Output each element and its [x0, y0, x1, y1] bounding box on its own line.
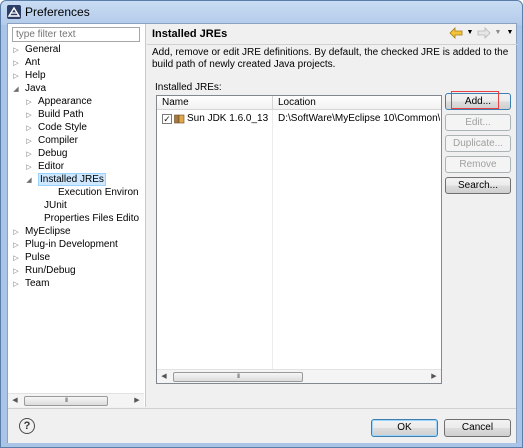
column-header-location[interactable]: Location	[273, 96, 441, 110]
tree-item-label: Compiler	[38, 135, 79, 146]
tree-item-debug[interactable]: ▷ Debug	[25, 147, 67, 160]
jre-location-cell: D:\SoftWare\MyEclipse 10\Common\b	[278, 113, 440, 124]
tree-item-plugin-development[interactable]: ▷ Plug-in Development	[12, 238, 118, 251]
tree-item-label: Installed JREs	[38, 173, 106, 186]
tree-item-code-style[interactable]: ▷ Code Style	[25, 121, 87, 134]
page-header: Installed JREs ▼ ▼ ▼	[147, 24, 516, 44]
collapse-arrow-icon[interactable]: ◢	[25, 174, 33, 187]
tree-item-junit[interactable]: JUnit	[44, 199, 67, 212]
scroll-right-icon[interactable]: ▶	[130, 394, 144, 407]
forward-arrow-icon[interactable]	[477, 27, 491, 39]
table-horizontal-scrollbar[interactable]: ◀ III ▶	[157, 369, 441, 383]
scroll-right-icon[interactable]: ▶	[427, 370, 441, 383]
remove-button[interactable]: Remove	[445, 156, 511, 173]
tree-item-label: Appearance	[38, 96, 92, 107]
tree-item-label: Pulse	[25, 252, 51, 263]
cancel-button[interactable]: Cancel	[444, 419, 511, 437]
tree-item-compiler[interactable]: ▷ Compiler	[25, 134, 78, 147]
column-divider	[272, 110, 273, 370]
tree-item-editor[interactable]: ▷ Editor	[25, 160, 64, 173]
dialog-body: ▷General ▷Ant ▷Help ◢Java ▷Appearance ▷B…	[7, 23, 518, 443]
tree-item-run-debug[interactable]: ▷ Run/Debug	[12, 264, 76, 277]
page-description: Add, remove or edit JRE definitions. By …	[152, 47, 509, 70]
dialog-footer: ? OK Cancel	[8, 408, 516, 443]
table-header: Name Location	[157, 96, 441, 110]
eclipse-icon	[7, 5, 21, 19]
tree-item-label: Properties Files Edito	[44, 213, 140, 224]
jre-name-cell: Sun JDK 1.6.0_13	[187, 113, 269, 124]
tree-item-label: Team	[25, 278, 50, 289]
installed-jres-label: Installed JREs:	[155, 82, 222, 93]
help-icon[interactable]: ?	[19, 418, 35, 434]
edit-button[interactable]: Edit...	[445, 114, 511, 131]
duplicate-button[interactable]: Duplicate...	[445, 135, 511, 152]
default-jre-checkbox[interactable]: ✓	[162, 114, 172, 124]
search-button[interactable]: Search...	[445, 177, 511, 194]
tree-item-label: Code Style	[38, 122, 87, 133]
tree-item-build-path[interactable]: ▷ Build Path	[25, 108, 84, 121]
tree-item-label: Plug-in Development	[25, 239, 118, 250]
back-arrow-icon[interactable]	[449, 27, 463, 39]
filter-input[interactable]	[12, 27, 140, 42]
jre-library-icon	[174, 114, 185, 124]
tree-item-label: MyEclipse	[25, 226, 71, 237]
collapse-arrow-icon[interactable]: ◢	[12, 83, 20, 96]
ok-button[interactable]: OK	[371, 419, 438, 437]
tree-item-label: Run/Debug	[25, 265, 76, 276]
tree-item-general[interactable]: ▷ General	[12, 43, 61, 56]
tree-item-myeclipse[interactable]: ▷ MyEclipse	[12, 225, 71, 238]
scroll-thumb[interactable]: III	[24, 396, 108, 406]
tree-item-java[interactable]: ◢ Java	[12, 82, 46, 95]
scroll-left-icon[interactable]: ◀	[157, 370, 171, 383]
tree-item-label: Ant	[25, 57, 41, 68]
preferences-nav-pane: ▷General ▷Ant ▷Help ◢Java ▷Appearance ▷B…	[8, 24, 146, 407]
tree-item-execution-environments[interactable]: Execution Environ	[58, 186, 139, 199]
table-row[interactable]: ✓ Sun JDK 1.6.0_13 D:\SoftWare\MyEclipse…	[157, 112, 441, 126]
header-divider	[147, 44, 518, 45]
scroll-thumb[interactable]: III	[173, 372, 303, 382]
nav-horizontal-scrollbar[interactable]: ◀ III ▶	[8, 393, 144, 407]
tree-item-help[interactable]: ▷ Help	[12, 69, 46, 82]
tree-item-label: General	[25, 44, 61, 55]
scroll-left-icon[interactable]: ◀	[8, 394, 22, 407]
tree-item-pulse[interactable]: ▷ Pulse	[12, 251, 50, 264]
page-title: Installed JREs	[152, 28, 228, 40]
tree-item-appearance[interactable]: ▷ Appearance	[25, 95, 92, 108]
back-menu-chevron-icon[interactable]: ▼	[463, 27, 477, 39]
tree-item-label: Execution Environ	[58, 187, 139, 198]
view-menu-chevron-icon[interactable]: ▼	[503, 27, 517, 39]
tree-item-label: Help	[25, 70, 46, 81]
add-button[interactable]: Add...	[445, 93, 511, 110]
expand-arrow-icon[interactable]: ▷	[12, 278, 20, 291]
title-bar[interactable]: Preferences	[1, 1, 522, 23]
tree-item-label: JUnit	[44, 200, 67, 211]
preferences-tree: ▷ General ▷ Ant ▷ Help ◢ Java ▷ Appearance ▷ B…	[8, 42, 144, 392]
tree-item-installed-jres[interactable]: ◢ Installed JREs	[25, 173, 106, 186]
installed-jres-table[interactable]: Name Location ✓ Sun JDK 1.6.0_13 D:\Soft…	[156, 95, 442, 384]
tree-item-label: Build Path	[38, 109, 84, 120]
tree-item-label: Java	[25, 83, 47, 94]
preferences-window: Preferences ▷General ▷Ant ▷Help ◢Java ▷A…	[0, 0, 523, 448]
tree-item-team[interactable]: ▷ Team	[12, 277, 49, 290]
tree-item-label: Editor	[38, 161, 65, 172]
column-header-name[interactable]: Name	[157, 96, 273, 110]
tree-item-label: Debug	[38, 148, 68, 159]
tree-item-ant[interactable]: ▷ Ant	[12, 56, 40, 69]
window-title: Preferences	[25, 5, 90, 19]
tree-item-properties-files-editor[interactable]: Properties Files Edito	[44, 212, 139, 225]
